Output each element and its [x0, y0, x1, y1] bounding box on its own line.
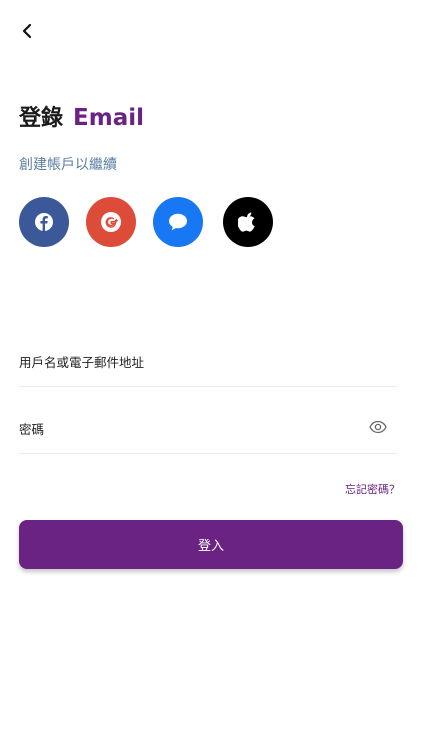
login-button[interactable]: 登入	[19, 520, 403, 569]
chat-bubble-icon	[169, 213, 187, 231]
forgot-password-link[interactable]: 忘記密碼？	[345, 481, 400, 497]
facebook-icon	[35, 213, 53, 231]
page-title-accent: Email	[73, 105, 144, 131]
page-title-main: 登錄	[19, 106, 64, 131]
message-login-button[interactable]	[153, 197, 203, 247]
social-login-row	[19, 197, 273, 247]
apple-login-button[interactable]	[223, 197, 273, 247]
username-field[interactable]: 用戶名或電子郵件地址	[19, 336, 397, 387]
password-input[interactable]	[19, 403, 397, 453]
page-title: 登錄 Email	[19, 100, 144, 132]
google-plus-login-button[interactable]	[86, 197, 136, 247]
eye-icon[interactable]	[369, 420, 387, 434]
back-button[interactable]	[14, 18, 40, 44]
apple-icon	[238, 212, 255, 232]
chevron-left-icon	[22, 23, 32, 39]
page-subtitle: 創建帳戶以繼續	[19, 157, 117, 173]
google-plus-icon	[101, 212, 121, 232]
password-field[interactable]: 密碼	[19, 403, 397, 454]
facebook-login-button[interactable]	[19, 197, 69, 247]
username-input[interactable]	[19, 336, 397, 386]
